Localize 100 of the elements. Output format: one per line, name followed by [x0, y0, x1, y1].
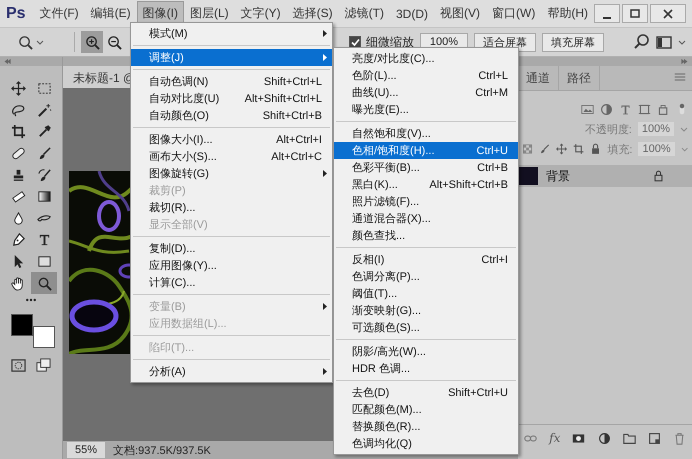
type-icon[interactable]	[619, 102, 632, 116]
brush-icon	[36, 168, 52, 183]
layer-row[interactable]: 背景	[518, 165, 692, 187]
menu-item[interactable]: 分析(A)	[131, 363, 332, 380]
panel-tab[interactable]: 路径	[559, 66, 600, 90]
menu-bar-item[interactable]: 滤镜(T)	[338, 1, 390, 26]
half-circle-icon[interactable]	[598, 432, 611, 444]
menu-item[interactable]: 裁切(R)...	[131, 199, 332, 216]
zoom-field[interactable]: 55%	[67, 442, 106, 458]
frame-icon[interactable]	[638, 102, 651, 116]
brush-icon[interactable]	[539, 143, 550, 155]
menu-item[interactable]: 阈值(T)...	[334, 285, 518, 302]
magnifier-icon[interactable]	[18, 34, 33, 50]
menu-bar-item[interactable]: 帮助(H)	[541, 1, 594, 26]
eyedropper-icon	[36, 124, 52, 140]
hand-icon	[10, 276, 26, 291]
menu-item[interactable]: 替换颜色(R)...	[334, 418, 518, 435]
fill-field[interactable]: 100%	[638, 142, 675, 156]
trash-icon[interactable]	[672, 432, 686, 444]
menu-bar-item[interactable]: 窗口(W)	[486, 1, 542, 26]
menu-item[interactable]: 色调均化(Q)	[334, 435, 518, 452]
fx-button[interactable]: fx	[549, 431, 560, 445]
checkbox-label: 细微缩放	[366, 34, 414, 50]
menu-item[interactable]: 可选颜色(S)...	[334, 319, 518, 336]
close-button[interactable]	[650, 4, 686, 23]
menu-bar-item[interactable]: 文字(Y)	[234, 1, 287, 26]
menu-item[interactable]: 应用图像(Y)...	[131, 257, 332, 274]
caret-icon[interactable]	[36, 39, 44, 45]
caret-icon[interactable]	[678, 39, 686, 45]
lock-icon[interactable]	[590, 143, 602, 155]
background-swatch[interactable]	[33, 326, 55, 348]
lasso-icon	[10, 102, 26, 118]
opacity-field[interactable]: 100%	[638, 122, 674, 136]
menu-item[interactable]: 照片滤镜(F)...	[334, 193, 518, 210]
crop-icon	[10, 124, 26, 140]
quick-mask-icon[interactable]	[11, 358, 26, 373]
menu-bar-item[interactable]: 3D(D)	[390, 2, 434, 24]
menu-item[interactable]: 黑白(K)... Alt+Shift+Ctrl+B	[334, 176, 518, 193]
zoom-out-icon	[106, 34, 122, 50]
new-layer-icon[interactable]	[648, 432, 661, 444]
opacity-label: 不透明度:	[584, 122, 632, 136]
submenu-arrow-icon	[323, 170, 327, 177]
maximize-button[interactable]	[622, 4, 648, 23]
menu-bar-item[interactable]: 选择(S)	[286, 1, 339, 26]
move-icon[interactable]	[556, 143, 568, 155]
move-icon	[10, 81, 26, 96]
crop-icon[interactable]	[573, 143, 584, 155]
menu-item[interactable]: 阴影/高光(W)...	[334, 343, 518, 360]
menu-item[interactable]: HDR 色调...	[334, 360, 518, 377]
foreground-swatch[interactable]	[11, 314, 33, 336]
menu-item[interactable]: 色阶(L)... Ctrl+L	[334, 67, 518, 84]
menu-item[interactable]: 自动颜色(O) Shift+Ctrl+B	[131, 107, 332, 124]
menu-bar-item[interactable]: 编辑(E)	[84, 1, 137, 26]
maximize-icon	[630, 8, 640, 18]
submenu-arrow-icon	[323, 54, 327, 61]
search-icon[interactable]	[634, 32, 650, 48]
workspace-icon[interactable]	[656, 34, 672, 50]
close-icon	[663, 8, 673, 18]
menu-item[interactable]: 亮度/对比度(C)...	[334, 50, 518, 67]
menu-item[interactable]: 渐变映射(G)...	[334, 302, 518, 319]
menu-item[interactable]: 色彩平衡(B)... Ctrl+B	[334, 159, 518, 176]
marquee-icon	[36, 81, 52, 96]
menu-item[interactable]: 复制(D)...	[131, 240, 332, 257]
zoom-in-button[interactable]	[81, 31, 103, 53]
menu-item[interactable]: 匹配颜色(M)...	[334, 401, 518, 418]
menu-bar-item[interactable]: 文件(F)	[33, 1, 85, 26]
mask-icon[interactable]	[572, 432, 586, 444]
image-icon[interactable]	[581, 102, 594, 116]
submenu-arrow-icon	[323, 30, 327, 37]
menu-item[interactable]: 自然饱和度(V)...	[334, 125, 518, 142]
menu-item[interactable]: 画布大小(S)... Alt+Ctrl+C	[131, 148, 332, 165]
menu-item[interactable]: 模式(M)	[131, 25, 332, 42]
menu-item[interactable]: 通道混合器(X)...	[334, 210, 518, 227]
menu-item[interactable]: 颜色查找...	[334, 227, 518, 244]
menu-item[interactable]: 计算(C)...	[131, 274, 332, 291]
menu-item[interactable]: 曝光度(E)...	[334, 101, 518, 118]
checkbox[interactable]	[349, 36, 361, 48]
menu-item[interactable]: 自动对比度(U) Alt+Shift+Ctrl+L	[131, 90, 332, 107]
menu-bar-item[interactable]: 视图(V)	[434, 1, 486, 26]
checker-icon[interactable]	[522, 143, 534, 155]
menu-item[interactable]: 色调分离(P)...	[334, 268, 518, 285]
half-circle-icon[interactable]	[600, 102, 613, 116]
magnifier-tool-button[interactable]	[31, 272, 57, 294]
menu-item[interactable]: 反相(I) Ctrl+I	[334, 251, 518, 268]
minimize-button[interactable]	[594, 4, 620, 23]
menu-item[interactable]: 去色(D) Shift+Ctrl+U	[334, 384, 518, 401]
document-info: 文档:937.5K/937.5K	[113, 444, 211, 458]
submenu-arrow-icon	[323, 303, 327, 310]
zoom-preset-button[interactable]: 填充屏幕	[542, 32, 604, 52]
menu-icon[interactable]	[674, 70, 686, 82]
menu-item[interactable]: 图像大小(I)... Alt+Ctrl+I	[131, 131, 332, 148]
menu-item[interactable]: 调整(J)	[131, 49, 332, 66]
menu-item[interactable]: 色相/饱和度(H)... Ctrl+U	[334, 142, 518, 159]
menu-item[interactable]: 图像旋转(G)	[131, 165, 332, 182]
screen-mode-icon[interactable]	[36, 358, 51, 373]
app-logo: Ps	[5, 4, 27, 22]
menu-bar-item[interactable]: 图层(L)	[184, 1, 235, 26]
smart-object-icon[interactable]	[657, 102, 670, 116]
menu-item[interactable]: 曲线(U)... Ctrl+M	[334, 84, 518, 101]
folder-icon[interactable]	[622, 432, 636, 444]
